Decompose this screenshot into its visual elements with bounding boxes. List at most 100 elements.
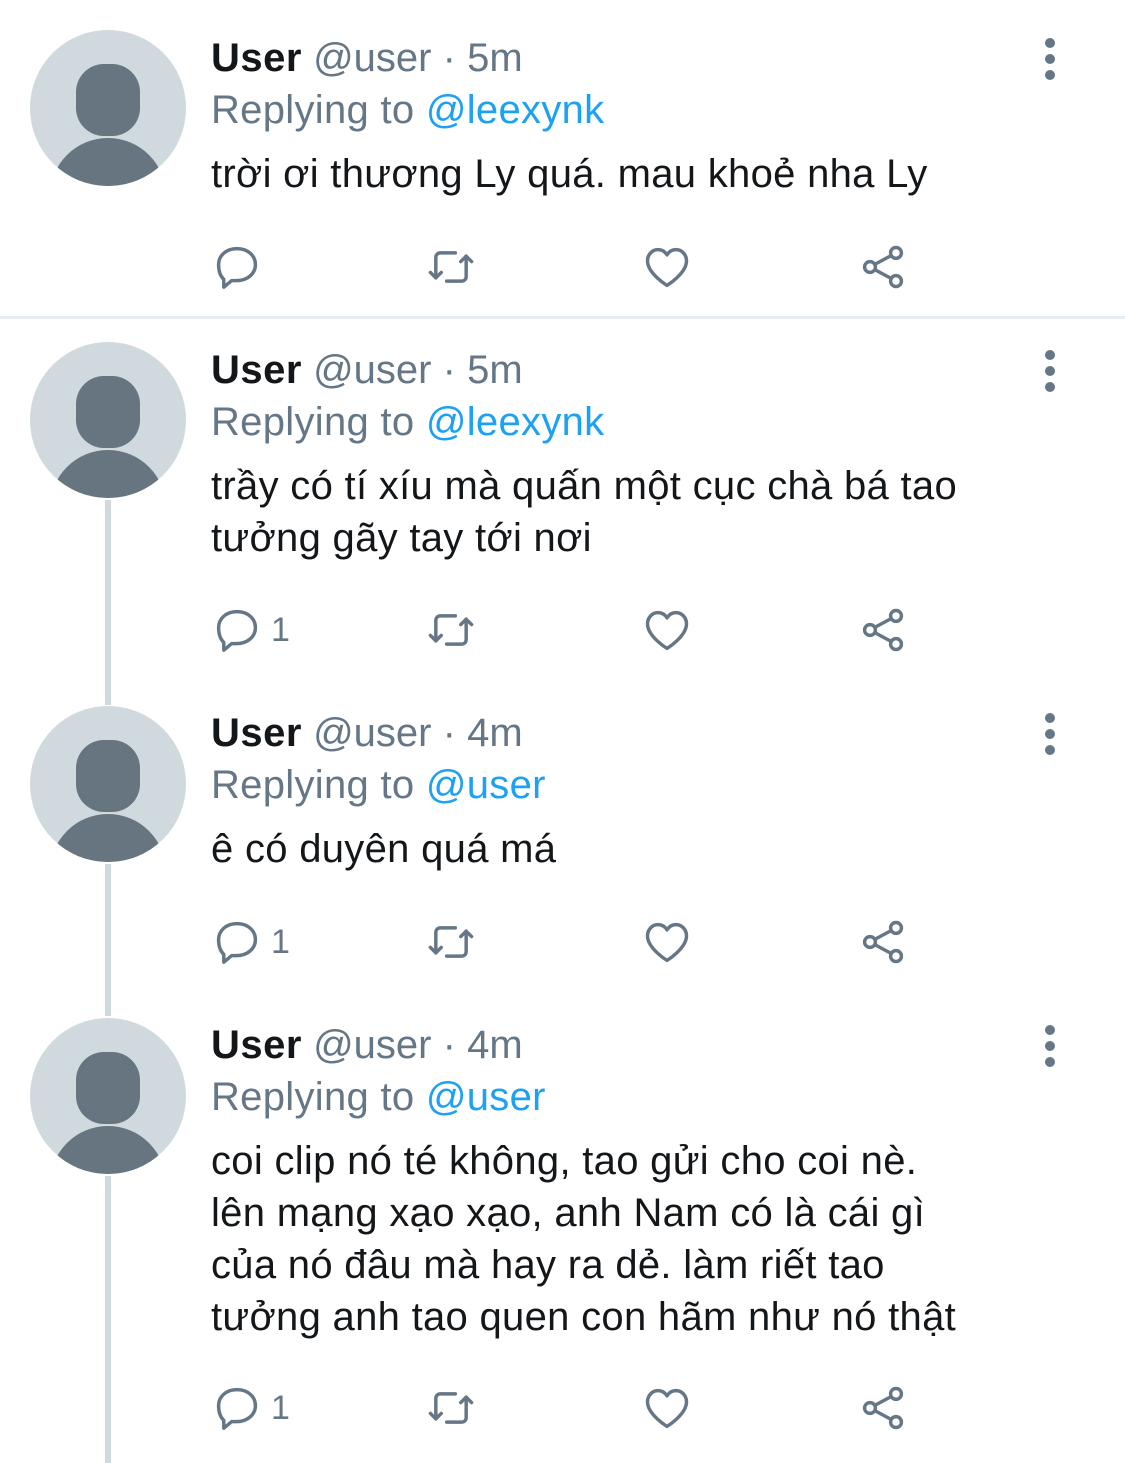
avatar[interactable] (30, 30, 186, 186)
retweet-icon (428, 614, 474, 646)
tweet-content: User @user · 5m Replying to @leexynk trờ… (211, 32, 1085, 200)
tweet-header: User @user · 4m (211, 707, 1085, 759)
avatar-head (76, 376, 140, 448)
mention-link[interactable]: @user (426, 763, 546, 807)
share-icon (862, 245, 904, 289)
tweet-content: User @user · 4m Replying to @user coi cl… (211, 1019, 1085, 1343)
retweet-button[interactable] (425, 914, 477, 970)
tweet-text-line: của nó đâu mà hay ra dẻ. làm riết tao (211, 1243, 885, 1287)
avatar-body (50, 814, 166, 862)
thread-line (105, 500, 111, 705)
like-button[interactable] (641, 914, 693, 970)
heart-icon (645, 922, 689, 963)
like-button[interactable] (641, 239, 693, 295)
reply-button[interactable]: 1 (211, 602, 290, 658)
tweet-text-line: trời ơi thương Ly quá. mau khoẻ nha Ly (211, 152, 928, 196)
replying-label: Replying to (211, 88, 426, 132)
thread-line (105, 1176, 111, 1463)
retweet-icon (428, 926, 474, 958)
separator-dot: · (442, 711, 456, 755)
tweet-text-line: lên mạng xạo xạo, anh Nam có là cái gì (211, 1191, 926, 1235)
avatar[interactable] (30, 342, 186, 498)
replying-to: Replying to @user (211, 1071, 1085, 1123)
timestamp[interactable]: 4m (467, 711, 523, 755)
timestamp[interactable]: 5m (467, 348, 523, 392)
username[interactable]: @user (313, 348, 431, 392)
tweet-header: User @user · 5m (211, 344, 1085, 396)
tweet-content: User @user · 5m Replying to @leexynk trầ… (211, 344, 1085, 564)
retweet-icon (428, 251, 474, 283)
reply-icon (216, 609, 258, 652)
avatar-body (50, 450, 166, 498)
more-vertical-icon[interactable] (1043, 713, 1055, 755)
username[interactable]: @user (313, 1023, 431, 1067)
more-vertical-icon[interactable] (1043, 38, 1055, 80)
replying-label: Replying to (211, 1075, 426, 1119)
mention-link[interactable]: @leexynk (426, 400, 605, 444)
share-icon (862, 608, 904, 652)
avatar[interactable] (30, 706, 186, 862)
reply-button[interactable] (211, 239, 271, 295)
tweet-actions (211, 239, 931, 295)
separator-dot: · (442, 36, 456, 80)
tweet-text-line: ê có duyên quá má (211, 827, 557, 871)
retweet-button[interactable] (425, 239, 477, 295)
share-button[interactable] (857, 914, 909, 970)
avatar[interactable] (30, 1018, 186, 1174)
timestamp[interactable]: 4m (467, 1023, 523, 1067)
username[interactable]: @user (313, 711, 431, 755)
display-name[interactable]: User (211, 348, 302, 392)
tweet-content: User @user · 4m Replying to @user ê có d… (211, 707, 1085, 875)
replying-label: Replying to (211, 763, 426, 807)
replying-to: Replying to @leexynk (211, 396, 1085, 448)
tweet-text-line: tưởng anh tao quen con hãm như nó thật (211, 1295, 957, 1339)
reply-count: 1 (271, 1388, 290, 1427)
share-icon (862, 1386, 904, 1430)
mention-link[interactable]: @user (426, 1075, 546, 1119)
reply-button[interactable]: 1 (211, 914, 290, 970)
tweet-text-line: tưởng gãy tay tới nơi (211, 516, 592, 560)
avatar-head (76, 1052, 140, 1124)
like-button[interactable] (641, 602, 693, 658)
avatar-body (50, 138, 166, 186)
display-name[interactable]: User (211, 36, 302, 80)
tweet-text: coi clip nó té không, tao gửi cho coi nè… (211, 1135, 1085, 1343)
separator-dot: · (442, 348, 456, 392)
thread-line (105, 864, 111, 1016)
timestamp[interactable]: 5m (467, 36, 523, 80)
display-name[interactable]: User (211, 1023, 302, 1067)
tweet-header: User @user · 5m (211, 32, 1085, 84)
tweet-header: User @user · 4m (211, 1019, 1085, 1071)
reply-count: 1 (271, 922, 290, 961)
heart-icon (645, 610, 689, 651)
replying-label: Replying to (211, 400, 426, 444)
more-vertical-icon[interactable] (1043, 350, 1055, 392)
avatar-head (76, 64, 140, 136)
more-vertical-icon[interactable] (1043, 1025, 1055, 1067)
tweet-actions: 1 (211, 602, 931, 658)
like-button[interactable] (641, 1380, 693, 1436)
tweet-actions: 1 (211, 914, 931, 970)
heart-icon (645, 247, 689, 288)
username[interactable]: @user (313, 36, 431, 80)
reply-button[interactable]: 1 (211, 1380, 290, 1436)
share-icon (862, 920, 904, 964)
tweet-text: trời ơi thương Ly quá. mau khoẻ nha Ly (211, 148, 1085, 200)
mention-link[interactable]: @leexynk (426, 88, 605, 132)
replying-to: Replying to @leexynk (211, 84, 1085, 136)
retweet-icon (428, 1392, 474, 1424)
share-button[interactable] (857, 239, 909, 295)
reply-icon (216, 921, 258, 964)
heart-icon (645, 1388, 689, 1429)
display-name[interactable]: User (211, 711, 302, 755)
share-button[interactable] (857, 602, 909, 658)
share-button[interactable] (857, 1380, 909, 1436)
tweet-separator (0, 316, 1125, 319)
tweet-text: ê có duyên quá má (211, 823, 1085, 875)
replying-to: Replying to @user (211, 759, 1085, 811)
reply-count: 1 (271, 610, 290, 649)
retweet-button[interactable] (425, 1380, 477, 1436)
reply-icon (216, 246, 258, 289)
retweet-button[interactable] (425, 602, 477, 658)
reply-icon (216, 1387, 258, 1430)
